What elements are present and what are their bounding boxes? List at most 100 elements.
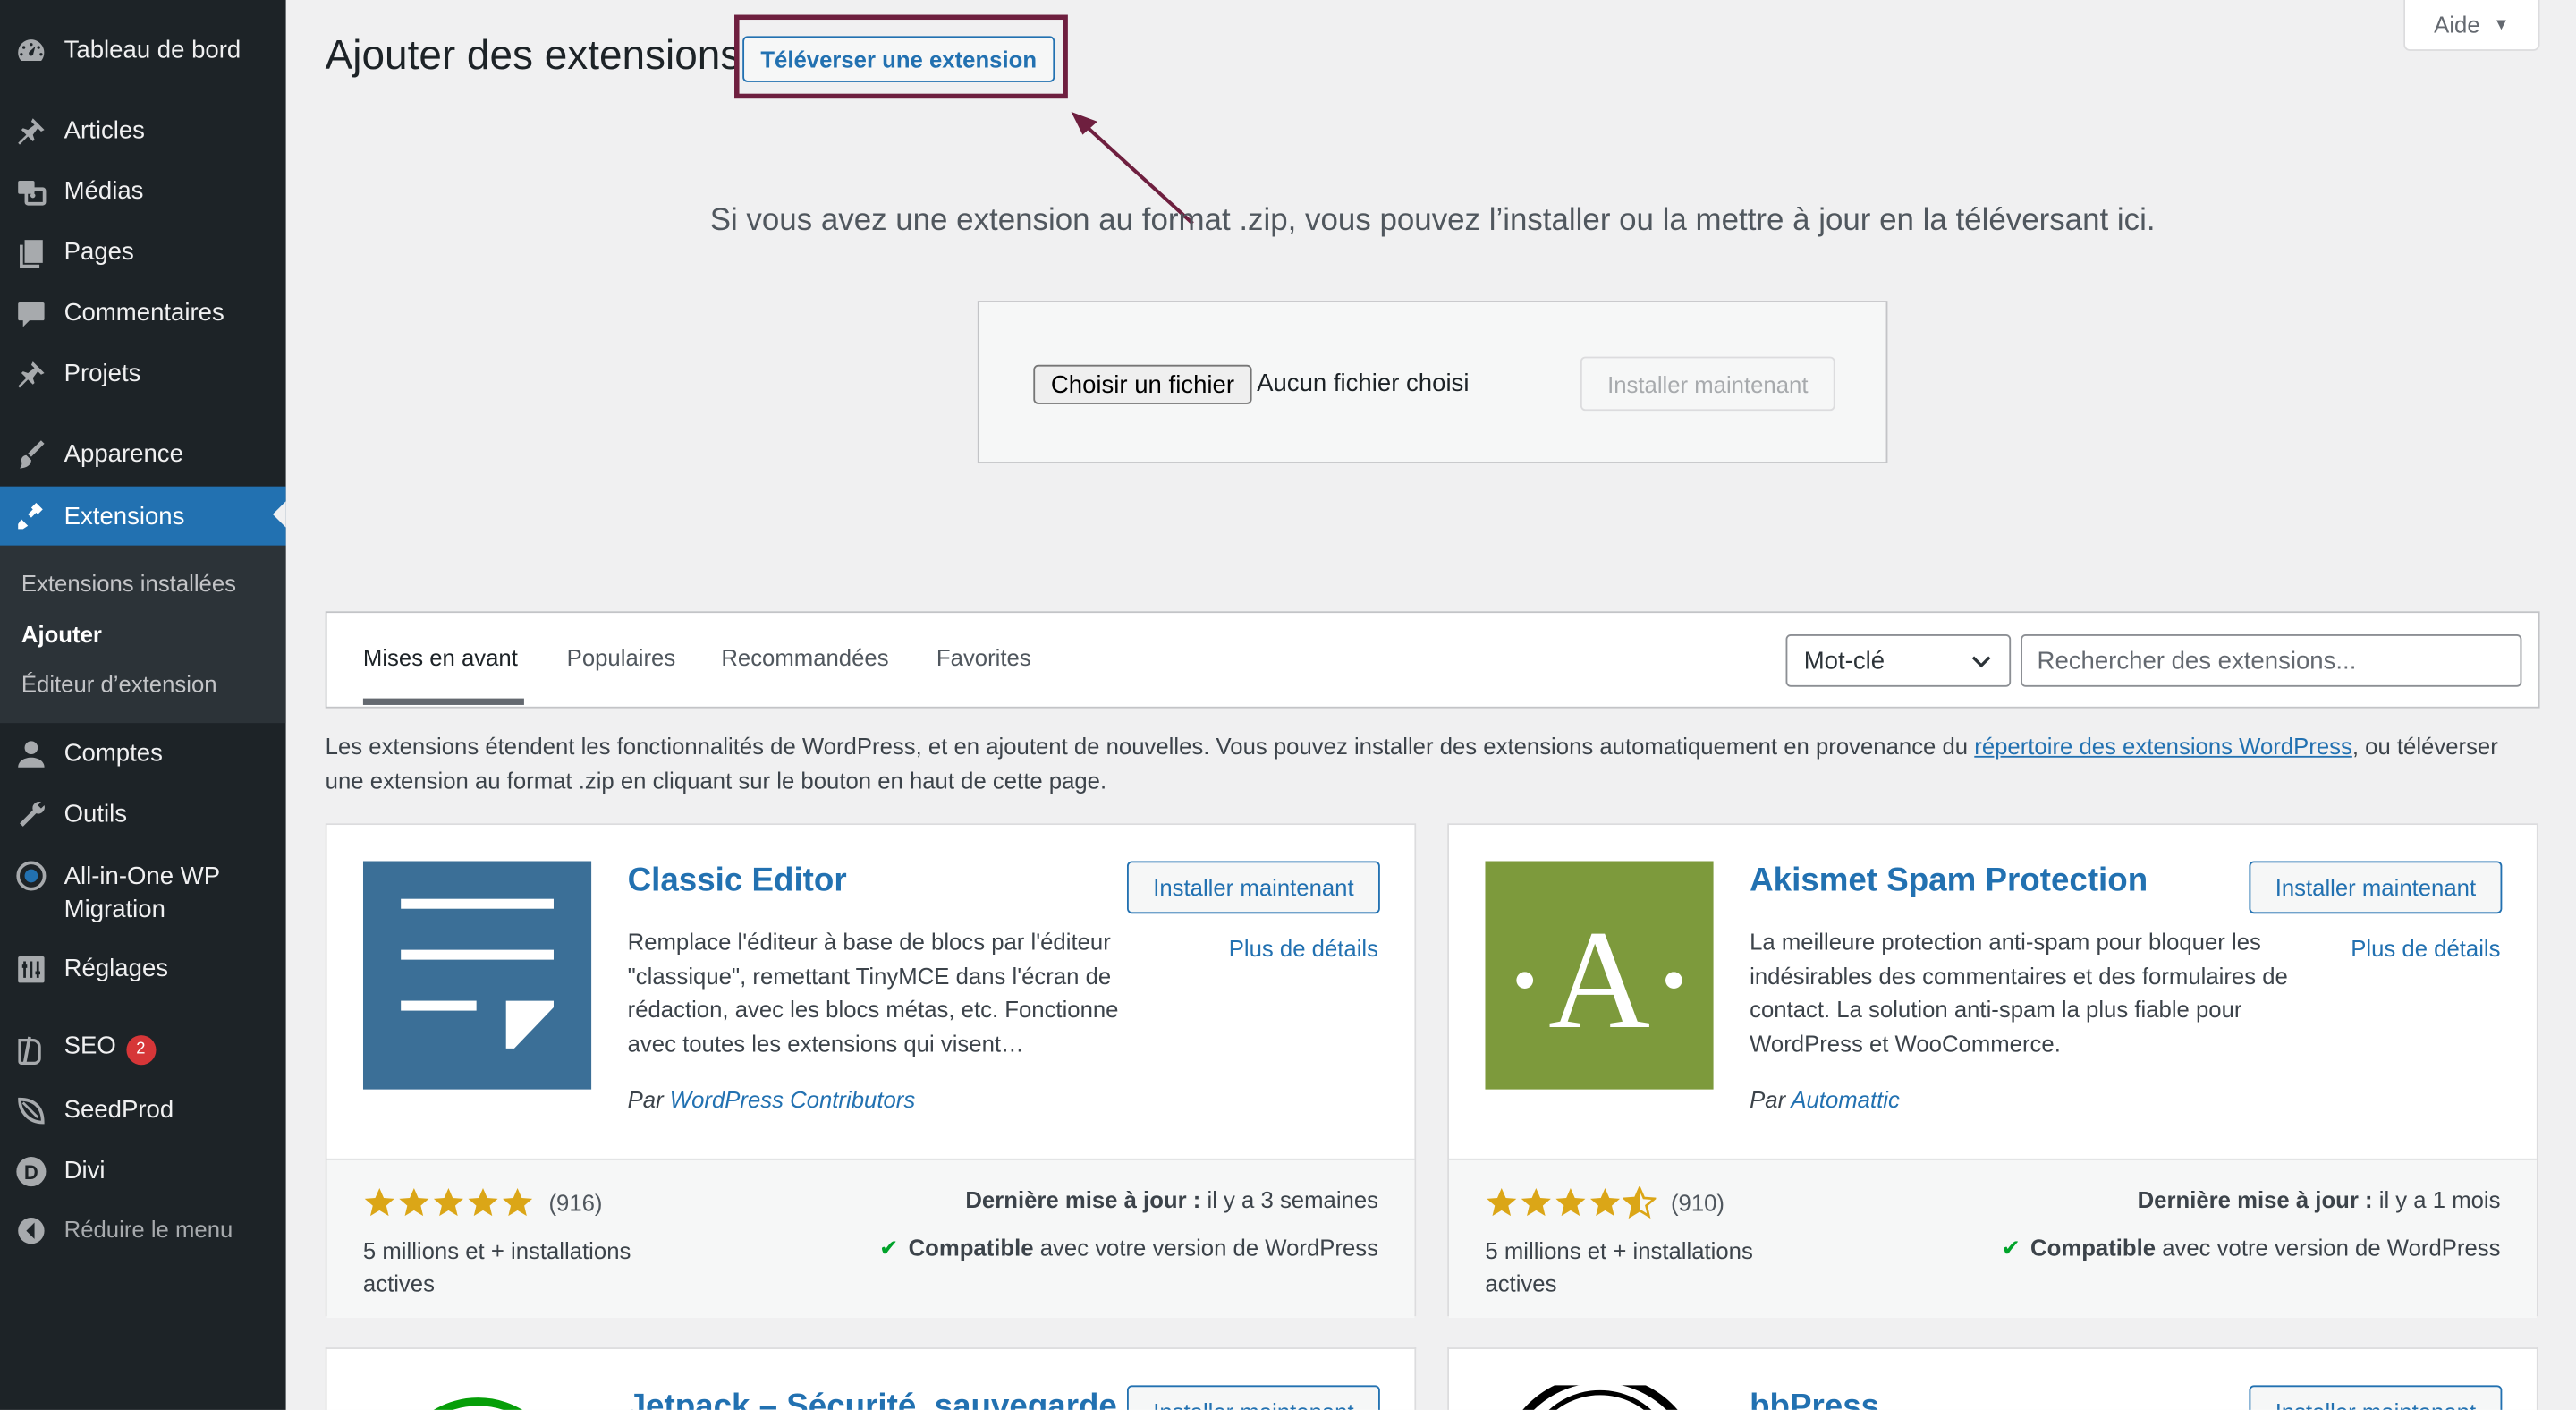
compat-strong: Compatible	[2030, 1234, 2157, 1261]
more-details-link[interactable]: Plus de détails	[2351, 935, 2500, 961]
install-now-button[interactable]: Installer maintenant	[1126, 861, 1380, 914]
divi-icon: D	[15, 1155, 48, 1188]
search-type-select[interactable]: Mot-clé	[1785, 633, 2012, 687]
intro-text: Les extensions étendent les fonctionnali…	[326, 730, 2540, 799]
page: Tableau de bord Articles Médias Pages Co…	[0, 0, 2576, 1410]
star-full-icon	[503, 1187, 533, 1217]
menu-appearance-label: Apparence	[64, 439, 183, 468]
active-installs: 5 millions et + installations actives	[362, 1237, 631, 1297]
menu-migration[interactable]: All-in-One WP Migration	[0, 846, 286, 935]
collapse-menu-button[interactable]: Réduire le menu	[0, 1202, 286, 1257]
help-tab-button[interactable]: Aide ▼	[2403, 0, 2540, 51]
star-full-icon	[433, 1187, 463, 1217]
tab-recommended[interactable]: Recommandées	[721, 644, 888, 670]
seo-text: SEO	[64, 1032, 116, 1060]
author-prefix: Par	[627, 1086, 664, 1113]
menu-medias[interactable]: Médias	[0, 163, 286, 218]
search-type-value: Mot-clé	[1803, 646, 1885, 675]
collapse-menu-label: Réduire le menu	[64, 1216, 233, 1243]
menu-settings-label: Réglages	[64, 954, 169, 982]
plugin-directory-link[interactable]: répertoire des extensions WordPress	[1974, 733, 2352, 759]
menu-dashboard-label: Tableau de bord	[64, 35, 242, 64]
install-now-button[interactable]: Installer maintenant	[2249, 1385, 2503, 1410]
tab-favorites[interactable]: Favorites	[936, 644, 1031, 670]
submenu-installed[interactable]: Extensions installées	[21, 570, 236, 596]
last-updated-label: Dernière mise à jour :	[965, 1186, 1201, 1213]
comment-icon	[15, 297, 48, 330]
checkmark-icon: ✔	[2001, 1234, 2021, 1261]
page-title: Ajouter des extensions	[325, 32, 741, 80]
tab-popular[interactable]: Populaires	[567, 644, 676, 670]
menu-pages-label: Pages	[64, 237, 134, 266]
submenu-add[interactable]: Ajouter	[21, 621, 102, 647]
akismet-logo: ·A·	[1485, 861, 1714, 1090]
svg-text:·A·: ·A·	[1501, 902, 1697, 1058]
chevron-down-icon	[1971, 656, 1991, 668]
active-installs: 5 millions et + installations actives	[1485, 1237, 1753, 1297]
menu-tools[interactable]: Outils	[0, 786, 286, 841]
menu-appearance[interactable]: Apparence	[0, 426, 286, 481]
file-status-text: Aucun fichier choisi	[1257, 369, 1470, 398]
migration-line1: All-in-One WP	[64, 862, 221, 891]
star-full-icon	[468, 1187, 498, 1217]
pushpin-icon	[15, 358, 48, 391]
menu-dashboard[interactable]: Tableau de bord	[0, 21, 286, 77]
compat-strong: Compatible	[908, 1234, 1034, 1261]
author-prefix: Par	[1750, 1086, 1786, 1113]
compat-rest: avec votre version de WordPress	[2162, 1234, 2501, 1261]
menu-tools-label: Outils	[64, 799, 128, 828]
svg-text:D: D	[24, 1161, 38, 1184]
compatibility: ✔ Compatible avec votre version de WordPr…	[879, 1234, 1378, 1261]
plugin-card-classic-editor: Classic Editor Installer maintenant Plus…	[325, 823, 1417, 1319]
last-updated: Dernière mise à jour : il y a 3 semaines	[965, 1186, 1378, 1212]
install-now-button[interactable]: Installer maintenant	[2249, 861, 2503, 914]
choose-file-button[interactable]: Choisir un fichier	[1033, 364, 1252, 404]
plugin-card-footer: (910) 5 millions et + installations acti…	[1448, 1158, 2537, 1319]
star-full-icon	[1487, 1187, 1517, 1217]
plugin-card-jetpack: Jetpack – Sécurité, sauvegarde Installer…	[325, 1347, 1417, 1410]
active-tab-indicator	[362, 698, 524, 705]
menu-comments[interactable]: Commentaires	[0, 285, 286, 340]
wrench-icon	[15, 799, 48, 832]
menu-seo[interactable]: SEO 2	[0, 1021, 286, 1076]
menu-pages[interactable]: Pages	[0, 224, 286, 279]
plugin-name[interactable]: bbPress	[1750, 1389, 1879, 1410]
menu-articles[interactable]: Articles	[0, 102, 286, 157]
install-now-button[interactable]: Installer maintenant	[1126, 1385, 1380, 1410]
menu-seedprod[interactable]: SeedProd	[0, 1082, 286, 1137]
menu-extensions[interactable]: Extensions	[0, 486, 286, 546]
star-full-icon	[399, 1187, 429, 1217]
paintbrush-icon	[15, 438, 48, 471]
dashboard-icon	[15, 35, 48, 68]
plugin-card-bbpress: bbPress Installer maintenant	[1447, 1347, 2538, 1410]
menu-settings[interactable]: Réglages	[0, 940, 286, 996]
menu-articles-label: Articles	[64, 115, 145, 144]
jetpack-logo	[433, 1397, 523, 1410]
submenu-editor[interactable]: Éditeur d’extension	[21, 670, 217, 696]
menu-migration-label: All-in-One WP Migration	[64, 861, 221, 926]
tab-featured[interactable]: Mises en avant	[363, 644, 518, 670]
plugin-description: La meilleure protection anti-spam pour b…	[1750, 928, 2288, 1057]
compatibility: ✔ Compatible avec votre version de WordPr…	[2001, 1234, 2500, 1261]
plugin-name[interactable]: Jetpack – Sécurité, sauvegarde	[628, 1389, 1117, 1410]
author-link[interactable]: WordPress Contributors	[670, 1086, 915, 1112]
media-icon	[15, 176, 48, 209]
plugin-card-footer: (916) 5 millions et + installations acti…	[326, 1158, 1415, 1319]
author-link[interactable]: Automattic	[1791, 1086, 1899, 1112]
collapse-arrow-icon	[15, 1214, 48, 1247]
plugin-name[interactable]: Classic Editor	[628, 862, 847, 900]
last-updated: Dernière mise à jour : il y a 1 mois	[2138, 1186, 2501, 1212]
menu-projects[interactable]: Projets	[0, 345, 286, 401]
plugin-search-input[interactable]: Rechercher des extensions...	[2021, 633, 2522, 687]
menu-divi[interactable]: D Divi	[0, 1142, 286, 1198]
bbpress-logo	[1522, 1385, 1678, 1410]
settings-sliders-icon	[15, 953, 48, 986]
plugin-name[interactable]: Akismet Spam Protection	[1750, 862, 2148, 900]
star-half-icon	[1623, 1186, 1657, 1219]
migration-line2: Migration	[64, 896, 165, 924]
menu-comments-label: Commentaires	[64, 298, 225, 327]
pages-icon	[15, 236, 48, 269]
menu-accounts[interactable]: Comptes	[0, 725, 286, 780]
seo-notification-badge: 2	[125, 1035, 156, 1066]
more-details-link[interactable]: Plus de détails	[1229, 935, 1378, 961]
